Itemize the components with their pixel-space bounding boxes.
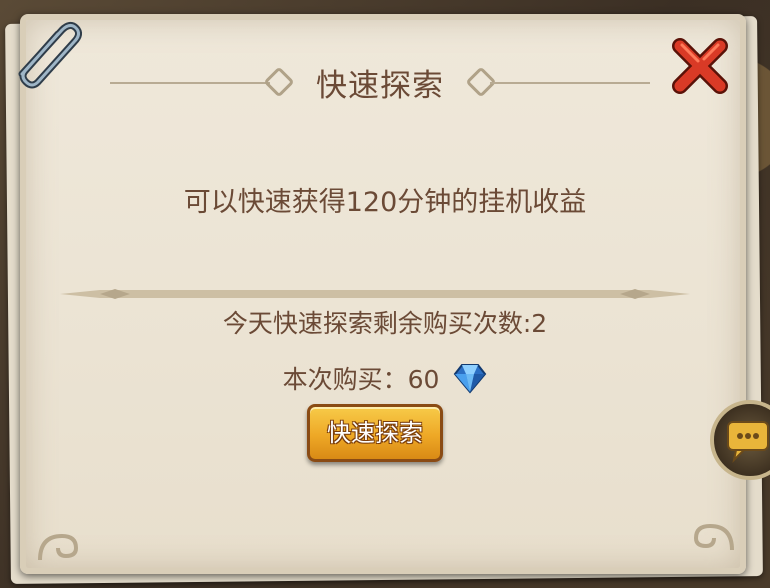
chat-button[interactable]	[710, 400, 770, 480]
remaining-purchases-text: 今天快速探索剩余购买次数:2	[222, 309, 548, 338]
diamond-icon	[454, 364, 487, 394]
corner-ornament-right	[693, 523, 734, 551]
purchase-cost-row: 本次购买：60	[0, 360, 770, 396]
paperclip-icon	[18, 21, 83, 89]
title-divider-right	[490, 82, 650, 84]
corner-ornament-left	[38, 533, 79, 561]
section-divider	[60, 289, 690, 299]
dialog-header: 快速探索	[80, 58, 680, 108]
dialog-description: 可以快速获得120分钟的挂机收益	[183, 187, 587, 218]
chat-icon	[727, 421, 769, 464]
purchase-cost-text: 本次购买：60	[282, 365, 440, 394]
quick-explore-button[interactable]: 快速探索	[307, 404, 443, 462]
close-icon[interactable]	[668, 34, 732, 98]
